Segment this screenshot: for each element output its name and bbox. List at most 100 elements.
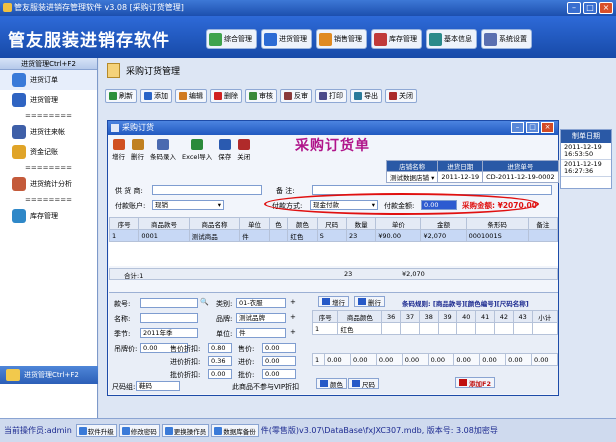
price-input[interactable]: 0.00 [262, 369, 296, 379]
excel-button[interactable]: Excel导入 [182, 139, 212, 161]
grid-cell[interactable] [527, 229, 559, 242]
close-page-icon [389, 92, 397, 100]
field-input[interactable] [140, 298, 198, 308]
refresh-button[interactable]: 刷新 [105, 89, 137, 103]
delete-icon [214, 92, 222, 100]
add-f2-button[interactable]: 添加F2 [455, 377, 495, 388]
save-button[interactable]: 保存 [218, 139, 231, 161]
account-select[interactable]: 现销 ▾ [152, 200, 224, 210]
dialog-maximize-button[interactable]: □ [526, 122, 539, 133]
table-row[interactable]: 1 0001 测试商品件 红色 S 23 ¥90.00 ¥2,070 0001001S [108, 229, 559, 242]
field-select[interactable]: 测试品牌 [236, 313, 286, 323]
dialog-close-button[interactable]: × [541, 122, 554, 133]
minimize-button[interactable]: – [567, 2, 581, 14]
discount-input[interactable]: 0.80 [208, 343, 232, 353]
size-cell[interactable] [437, 322, 458, 335]
vip-checkbox[interactable]: 此商品不参与VIP折扣 [232, 382, 299, 392]
delete-row-button[interactable]: 删行 [354, 296, 385, 307]
add-size-button[interactable]: 尺码 [348, 378, 379, 389]
size-header: 40 [456, 310, 477, 323]
sidebar-item[interactable]: 进货往来帐 [0, 122, 97, 142]
size-cell[interactable] [493, 322, 514, 335]
grid-cell[interactable]: 测试商品 [188, 229, 241, 242]
grid-cell[interactable]: ¥90.00 [375, 229, 422, 242]
sidebar-item[interactable]: 进货订单 [0, 70, 97, 90]
size-cell[interactable]: 1 [311, 322, 339, 335]
discount-input[interactable]: 0.00 [208, 369, 232, 379]
sidebar-item[interactable]: 进货统计分析 [0, 174, 97, 194]
field-input[interactable] [140, 313, 198, 323]
size-cell[interactable] [381, 322, 402, 335]
grid-cell[interactable]: 0001 [138, 229, 190, 242]
maximize-button[interactable]: □ [583, 2, 597, 14]
size-group-select[interactable]: 鞋码 [136, 381, 180, 391]
field-select[interactable]: 01-衣服 [236, 298, 286, 308]
status-button[interactable]: 数据库备份 [211, 424, 259, 437]
size-total-cell: 0.00 [479, 353, 507, 366]
price-input[interactable]: 0.00 [262, 356, 296, 366]
close-window-button[interactable]: × [599, 2, 613, 14]
nav-overview[interactable]: 综合管理 [206, 29, 257, 49]
table-row[interactable]: 1 红色 [311, 322, 559, 335]
sidebar-footer-button[interactable]: 进货管理Ctrl+F2 [0, 366, 98, 384]
add-plus-icon[interactable]: + [290, 313, 296, 321]
sidebar-item[interactable]: 资金记账 [0, 142, 97, 162]
supplier-input[interactable] [152, 185, 262, 195]
export-button[interactable]: 导出 [350, 89, 382, 103]
size-cell[interactable] [418, 322, 439, 335]
field-input[interactable]: 2011年季 [140, 328, 198, 338]
grid-cell[interactable]: ¥2,070 [420, 229, 467, 242]
add-plus-icon[interactable]: + [290, 328, 296, 336]
delete-row-button[interactable]: 删行 [131, 139, 144, 161]
status-button[interactable]: 更换操作员 [161, 424, 210, 437]
nav-sales[interactable]: 销售管理 [316, 29, 367, 49]
sidebar-separator: ======== [25, 112, 72, 120]
dialog-minimize-button[interactable]: – [511, 122, 524, 133]
barcode-button[interactable]: 条码录入 [150, 139, 176, 161]
add-plus-icon[interactable]: + [290, 298, 296, 306]
grid-cell[interactable]: S [316, 229, 347, 242]
grid-cell[interactable]: 0001001S [465, 229, 529, 242]
date-field[interactable]: 2011-12-19 [437, 171, 484, 183]
close-button[interactable]: 关闭 [237, 139, 250, 161]
nav-info[interactable]: 基本信息 [426, 29, 477, 49]
grid-cell[interactable]: 红色 [287, 229, 318, 242]
size-cell[interactable]: 红色 [337, 322, 383, 335]
add-row-button[interactable]: 增行 [112, 139, 125, 161]
size-cell[interactable] [531, 322, 559, 335]
sidebar-item[interactable]: 库存管理 [0, 206, 97, 226]
sidebar-item[interactable]: 进货管理 [0, 90, 97, 110]
list-item[interactable]: 2011-12-19 16:27:36 [561, 160, 611, 177]
field-select[interactable]: 件 [236, 328, 286, 338]
size-cell[interactable] [512, 322, 533, 335]
list-item[interactable]: 2011-12-19 16:53:50 [561, 143, 611, 160]
add-row-button[interactable]: 增行 [318, 296, 349, 307]
grid-cell[interactable] [268, 229, 289, 242]
grid-cell[interactable]: 1 [108, 229, 140, 242]
nav-inventory[interactable]: 库存管理 [371, 29, 422, 49]
grid-cell[interactable]: 件 [239, 229, 270, 242]
unapprove-button[interactable]: 反审 [280, 89, 312, 103]
delete-button[interactable]: 删除 [210, 89, 242, 103]
approve-button[interactable]: 审核 [245, 89, 277, 103]
search-icon[interactable]: 🔍 [200, 298, 209, 306]
size-total-cell: 1 [311, 353, 326, 366]
store-select[interactable]: 测试数据店铺 ▾ [385, 171, 439, 183]
price-input[interactable]: 0.00 [262, 343, 296, 353]
nav-purchase[interactable]: 进货管理 [261, 29, 312, 49]
close-page-button[interactable]: 关闭 [385, 89, 417, 103]
status-button[interactable]: 修改密码 [118, 424, 160, 437]
add-button[interactable]: 添加 [140, 89, 172, 103]
print-button[interactable]: 打印 [315, 89, 347, 103]
grid-header: 颜色 [287, 217, 318, 230]
size-cell[interactable] [475, 322, 495, 335]
discount-input[interactable]: 0.36 [208, 356, 232, 366]
status-button[interactable]: 软件升级 [75, 424, 117, 437]
size-cell[interactable] [456, 322, 477, 335]
add-color-button[interactable]: 颜色 [316, 378, 347, 389]
grid-cell[interactable]: 23 [345, 229, 377, 242]
top-nav: 综合管理 进货管理 销售管理 库存管理 基本信息 系统设置 [206, 29, 532, 49]
edit-button[interactable]: 编辑 [175, 89, 207, 103]
nav-settings[interactable]: 系统设置 [481, 29, 532, 49]
size-cell[interactable] [400, 322, 420, 335]
